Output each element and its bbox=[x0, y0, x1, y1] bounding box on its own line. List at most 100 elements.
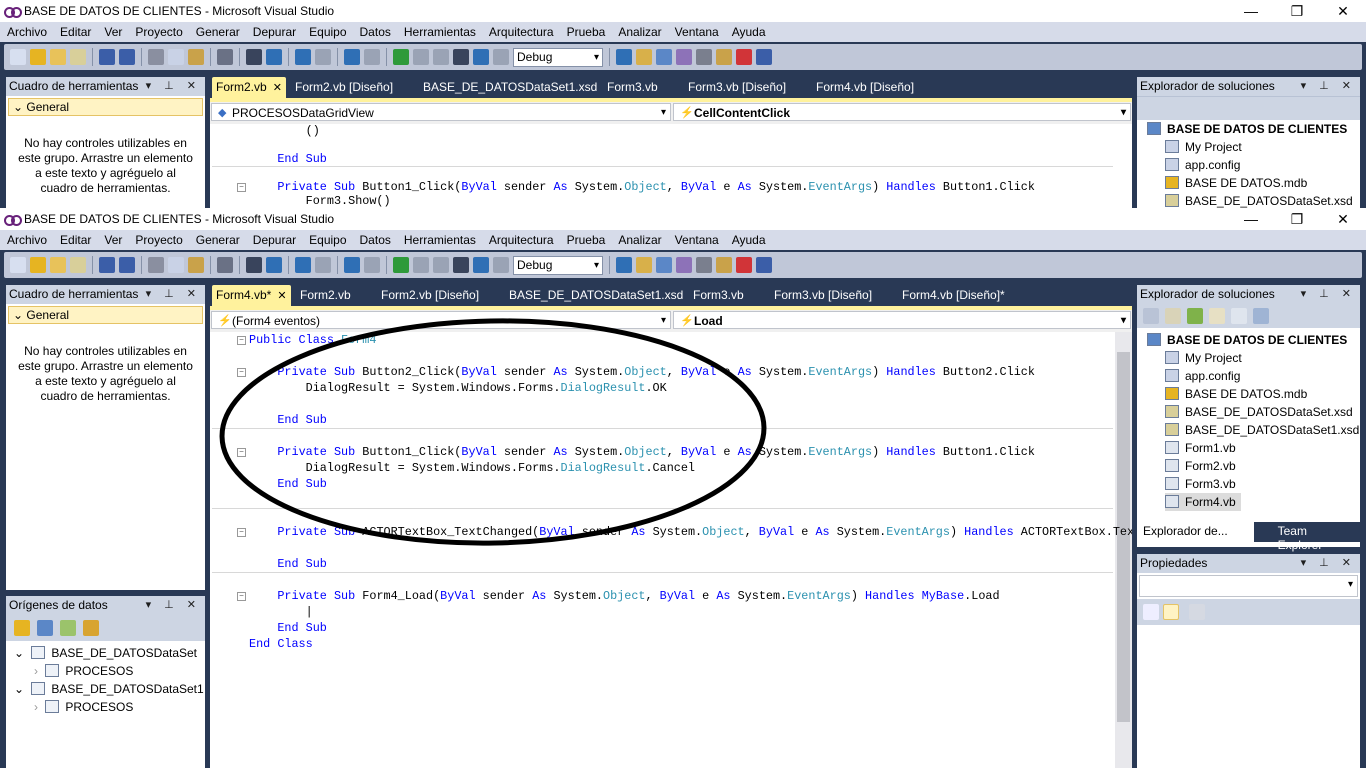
menu-editar[interactable]: Editar bbox=[60, 25, 91, 39]
table-node[interactable]: › PROCESOS bbox=[34, 662, 205, 680]
pause-icon[interactable] bbox=[413, 49, 429, 65]
menu-arquitectura[interactable]: Arquitectura bbox=[489, 233, 554, 247]
tab-base-de-datosdataset1-xsd[interactable]: BASE_DE_DATOSDataSet1.xsd bbox=[509, 285, 683, 306]
configure-dataset-icon[interactable] bbox=[60, 620, 76, 636]
menu-equipo[interactable]: Equipo bbox=[309, 25, 346, 39]
expand-chevron-icon[interactable]: ⌄ bbox=[14, 646, 27, 660]
collapse-icon[interactable]: − bbox=[237, 368, 246, 377]
tab-form4-vb-dise-o-[interactable]: Form4.vb [Diseño] bbox=[816, 77, 914, 98]
pause-icon[interactable] bbox=[413, 257, 429, 273]
navigate-forward-icon[interactable] bbox=[364, 49, 380, 65]
panel-controls[interactable]: ▾ ⊥ ✕ bbox=[1301, 77, 1356, 96]
menu-depurar[interactable]: Depurar bbox=[253, 233, 296, 247]
minimize-button[interactable]: — bbox=[1228, 208, 1274, 230]
step-out-icon[interactable] bbox=[493, 257, 509, 273]
menu-proyecto[interactable]: Proyecto bbox=[135, 25, 182, 39]
solution-item[interactable]: BASE_DE_DATOSDataSet.xsd bbox=[1165, 403, 1360, 421]
solution-item[interactable]: Form1.vb bbox=[1165, 439, 1360, 457]
find-icon[interactable] bbox=[217, 257, 233, 273]
start-debugging-icon[interactable] bbox=[393, 49, 409, 65]
solution-item[interactable]: app.config bbox=[1165, 156, 1360, 174]
event-dropdown[interactable]: ⚡ CellContentClick bbox=[673, 103, 1131, 122]
collapse-icon[interactable]: − bbox=[237, 336, 246, 345]
object-browser-icon[interactable] bbox=[676, 49, 692, 65]
undo-icon[interactable] bbox=[295, 49, 311, 65]
properties-object-dropdown[interactable]: ▾ bbox=[1139, 575, 1358, 597]
collapsed-chevron-icon[interactable]: › bbox=[34, 664, 41, 678]
solution-configuration-dropdown[interactable]: Debug bbox=[513, 255, 603, 275]
add-data-source-icon[interactable] bbox=[14, 620, 30, 636]
panel-controls[interactable]: ▾ ⊥ ✕ bbox=[1301, 285, 1356, 304]
paste-icon[interactable] bbox=[188, 257, 204, 273]
menu-arquitectura[interactable]: Arquitectura bbox=[489, 25, 554, 39]
edit-dataset-designer-icon[interactable] bbox=[37, 620, 53, 636]
solution-item[interactable]: BASE_DE_DATOSDataSet.xsd bbox=[1165, 192, 1360, 208]
add-new-item-icon[interactable] bbox=[70, 49, 86, 65]
menu-ver[interactable]: Ver bbox=[104, 233, 122, 247]
view-designer-icon[interactable] bbox=[1231, 308, 1247, 324]
panel-controls[interactable]: ▾ ⊥ ✕ bbox=[146, 77, 201, 96]
cut-icon[interactable] bbox=[148, 49, 164, 65]
step-out-icon[interactable] bbox=[493, 49, 509, 65]
menu-analizar[interactable]: Analizar bbox=[618, 233, 661, 247]
class-diagram-icon[interactable] bbox=[1253, 308, 1269, 324]
tab-base-de-datosdataset1-xsd[interactable]: BASE_DE_DATOSDataSet1.xsd bbox=[423, 77, 597, 98]
copy-icon[interactable] bbox=[168, 257, 184, 273]
collapse-icon[interactable]: − bbox=[237, 183, 246, 192]
step-into-icon[interactable] bbox=[453, 257, 469, 273]
add-item-icon[interactable] bbox=[30, 257, 46, 273]
toolbox-group-general[interactable]: ⌄ General bbox=[8, 98, 203, 116]
solution-root[interactable]: BASE DE DATOS DE CLIENTES bbox=[1147, 331, 1360, 349]
team-explorer-icon[interactable] bbox=[716, 49, 732, 65]
tab-close-icon[interactable]: ✕ bbox=[277, 290, 286, 302]
navigate-forward-icon[interactable] bbox=[364, 257, 380, 273]
view-code-icon[interactable] bbox=[1209, 308, 1225, 324]
object-dropdown[interactable]: ◆ PROCESOSDataGridView bbox=[211, 103, 671, 122]
panel-controls[interactable]: ▾ ⊥ ✕ bbox=[146, 596, 201, 615]
tab-team-explorer[interactable]: Team Explorer bbox=[1254, 522, 1360, 552]
refresh-icon[interactable] bbox=[83, 620, 99, 636]
menu-herramientas[interactable]: Herramientas bbox=[404, 233, 476, 247]
dataset-node[interactable]: ⌄ BASE_DE_DATOSDataSet bbox=[14, 644, 205, 662]
solution-item[interactable]: BASE DE DATOS.mdb bbox=[1165, 174, 1360, 192]
table-node[interactable]: › PROCESOS bbox=[34, 698, 205, 716]
solution-item[interactable]: Form4.vb bbox=[1165, 493, 1241, 511]
find-in-files-icon[interactable] bbox=[616, 257, 632, 273]
find-icon[interactable] bbox=[217, 49, 233, 65]
tab-form2-vb[interactable]: Form2.vb bbox=[300, 285, 351, 306]
add-new-item-icon[interactable] bbox=[70, 257, 86, 273]
paste-icon[interactable] bbox=[188, 49, 204, 65]
panel-controls[interactable]: ▾ ⊥ ✕ bbox=[1301, 554, 1356, 573]
menu-generar[interactable]: Generar bbox=[196, 233, 240, 247]
menu-datos[interactable]: Datos bbox=[360, 25, 391, 39]
menu-proyecto[interactable]: Proyecto bbox=[135, 233, 182, 247]
event-dropdown[interactable]: ⚡ Load bbox=[673, 311, 1131, 330]
tab-form3-vb[interactable]: Form3.vb bbox=[693, 285, 744, 306]
refresh-icon[interactable] bbox=[1187, 308, 1203, 324]
solution-item[interactable]: My Project bbox=[1165, 138, 1360, 156]
save-all-icon[interactable] bbox=[119, 49, 135, 65]
menu-ventana[interactable]: Ventana bbox=[675, 25, 719, 39]
menu-generar[interactable]: Generar bbox=[196, 25, 240, 39]
menu-depurar[interactable]: Depurar bbox=[253, 25, 296, 39]
uncomment-icon[interactable] bbox=[266, 257, 282, 273]
start-page-icon[interactable] bbox=[756, 257, 772, 273]
save-icon[interactable] bbox=[99, 49, 115, 65]
tab-solution-explorer[interactable]: Explorador de... bbox=[1137, 522, 1254, 542]
navigate-backward-icon[interactable] bbox=[344, 257, 360, 273]
solution-item[interactable]: Form3.vb bbox=[1165, 475, 1360, 493]
new-project-icon[interactable] bbox=[10, 49, 26, 65]
property-pages-icon[interactable] bbox=[1189, 604, 1205, 620]
open-file-icon[interactable] bbox=[50, 257, 66, 273]
tab-close-icon[interactable]: ✕ bbox=[273, 82, 282, 94]
redo-icon[interactable] bbox=[315, 257, 331, 273]
tab-form2-vb[interactable]: Form2.vb ✕ bbox=[212, 77, 286, 99]
solution-root[interactable]: BASE DE DATOS DE CLIENTES bbox=[1147, 120, 1360, 138]
error-list-icon[interactable] bbox=[736, 257, 752, 273]
categorized-icon[interactable] bbox=[1143, 604, 1159, 620]
object-dropdown[interactable]: ⚡ (Form4 eventos) bbox=[211, 311, 671, 330]
tab-form4-vb-dise-o-[interactable]: Form4.vb [Diseño]* bbox=[902, 285, 1005, 306]
minimize-button[interactable]: — bbox=[1228, 0, 1274, 22]
dataset-node[interactable]: ⌄ BASE_DE_DATOSDataSet1 bbox=[14, 680, 205, 698]
close-button[interactable]: ✕ bbox=[1320, 208, 1366, 230]
